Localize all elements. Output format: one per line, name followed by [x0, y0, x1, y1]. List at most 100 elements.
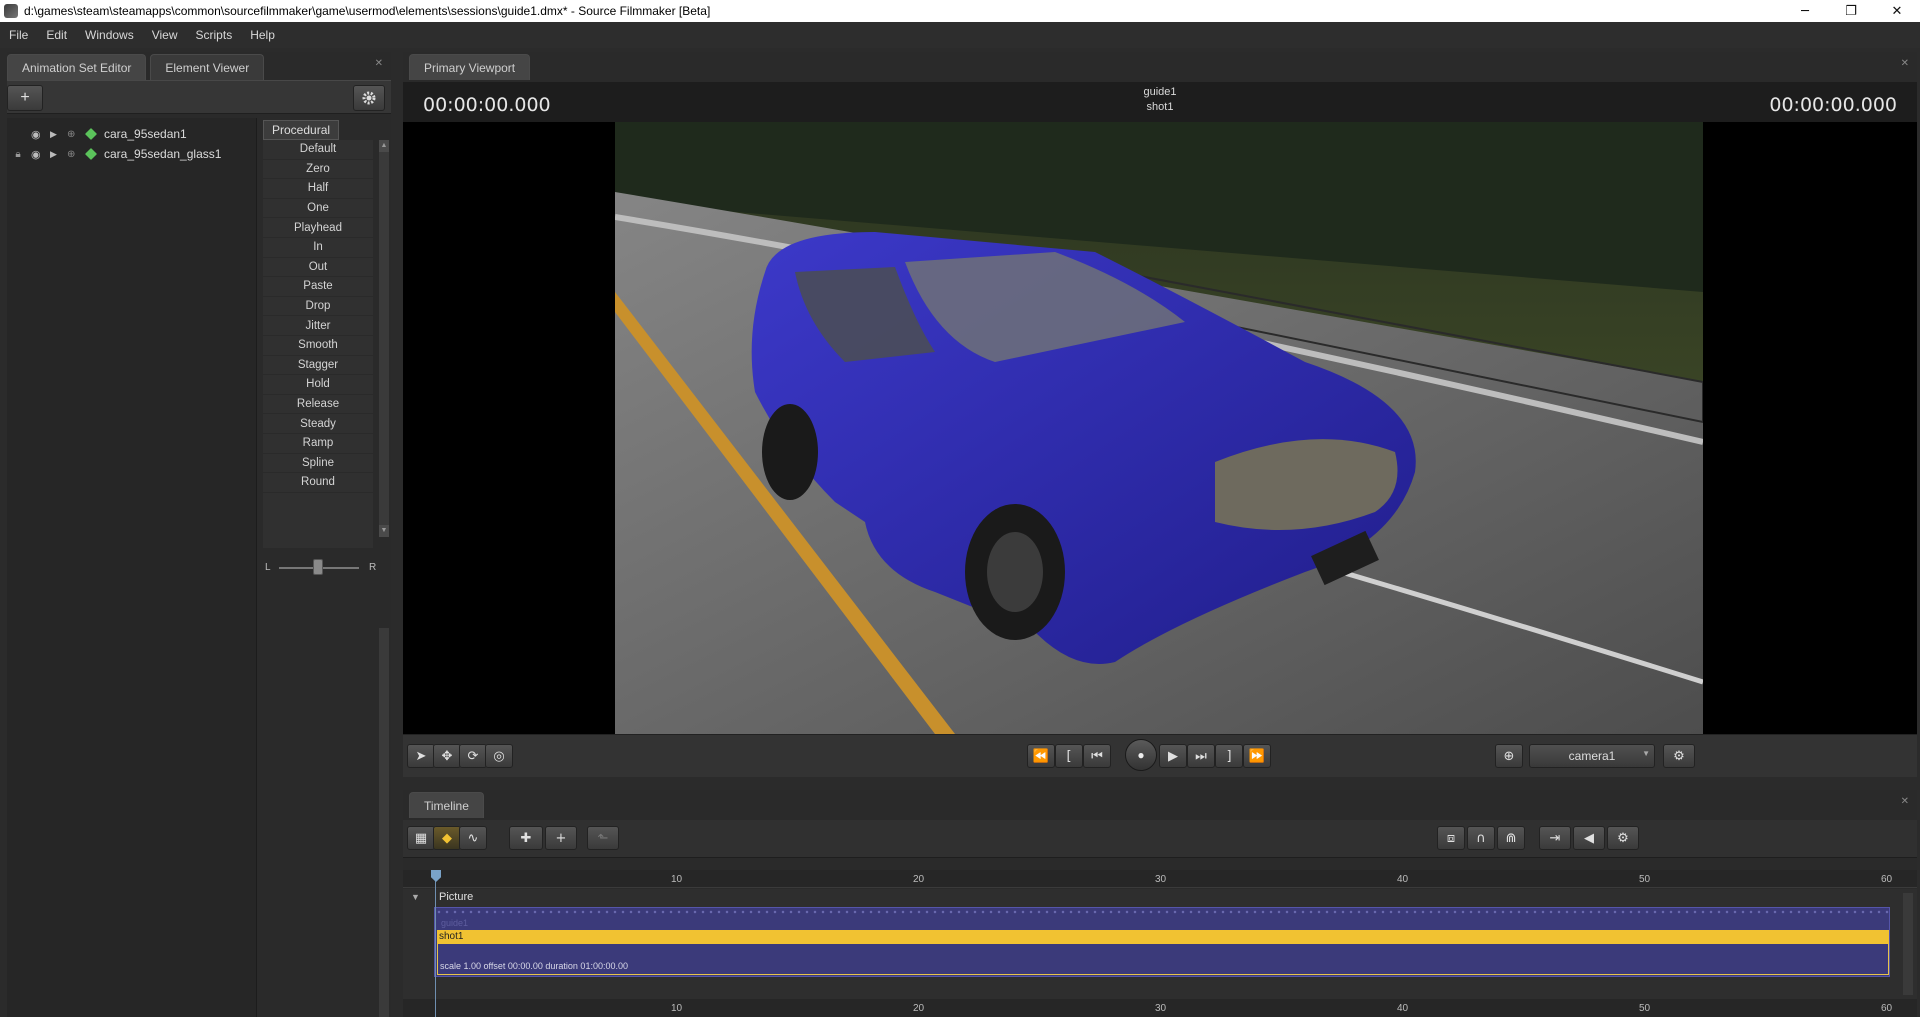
- tab-animation-set-editor[interactable]: Animation Set Editor: [7, 54, 147, 80]
- step-back-button[interactable]: ⏮: [1083, 744, 1111, 768]
- procedural-item[interactable]: Zero: [263, 160, 373, 180]
- move-tool-button[interactable]: ✥: [433, 744, 461, 768]
- timeline-ruler[interactable]: 10 20 30 40 50 60: [403, 870, 1917, 888]
- tab-procedural[interactable]: Procedural: [263, 120, 340, 140]
- menu-view[interactable]: View: [152, 28, 178, 42]
- restore-button[interactable]: ❐: [1828, 0, 1874, 22]
- expand-plus-icon[interactable]: ⊕: [67, 149, 75, 160]
- collapse-arrow-icon[interactable]: ▼: [411, 892, 420, 902]
- play-button[interactable]: ▶: [1159, 744, 1187, 768]
- orbit-icon: ◎: [493, 748, 505, 764]
- camera-target-button[interactable]: ⊕: [1495, 744, 1523, 768]
- anim-set-row[interactable]: ◉ ▶ ⊕ cara_95sedan1: [7, 124, 256, 144]
- rewind-button[interactable]: ⏪: [1027, 744, 1055, 768]
- procedural-item[interactable]: In: [263, 238, 373, 258]
- magnet-icon: ∩: [1476, 830, 1486, 846]
- procedural-scrollbar[interactable]: ▲ ▼: [379, 140, 389, 537]
- scroll-down-icon[interactable]: ▼: [379, 525, 389, 537]
- procedural-item[interactable]: Release: [263, 395, 373, 415]
- ruler-tick: 10: [671, 1003, 683, 1014]
- menu-help[interactable]: Help: [250, 28, 275, 42]
- viewport-render[interactable]: [403, 122, 1917, 734]
- procedural-item[interactable]: Spline: [263, 454, 373, 474]
- tab-primary-viewport[interactable]: Primary Viewport: [409, 54, 531, 80]
- timeline-bottom-ruler[interactable]: 10 20 30 40 50 60: [403, 999, 1917, 1017]
- procedural-item[interactable]: Paste: [263, 277, 373, 297]
- playhead-line[interactable]: [435, 870, 436, 1017]
- menu-scripts[interactable]: Scripts: [196, 28, 233, 42]
- panel-close-icon[interactable]: ✕: [1901, 58, 1909, 69]
- panel-close-icon[interactable]: ✕: [1901, 796, 1909, 807]
- add-track-button[interactable]: +: [545, 826, 577, 850]
- menu-edit[interactable]: Edit: [46, 28, 67, 42]
- tab-element-viewer[interactable]: Element Viewer: [150, 54, 265, 80]
- camera-select[interactable]: camera1 ▼: [1529, 744, 1655, 768]
- magnet-button[interactable]: ∩: [1467, 826, 1495, 850]
- clip-editor-button[interactable]: ▦: [407, 826, 435, 850]
- procedural-item[interactable]: Ramp: [263, 434, 373, 454]
- gear-icon: [362, 91, 376, 105]
- procedural-item[interactable]: Half: [263, 179, 373, 199]
- add-animation-set-button[interactable]: +: [7, 85, 43, 111]
- expand-plus-icon[interactable]: ⊕: [67, 129, 75, 140]
- viewport-settings-button[interactable]: ⚙: [1663, 744, 1695, 768]
- minimize-button[interactable]: ─: [1782, 0, 1828, 22]
- mark-in-button[interactable]: [: [1055, 744, 1083, 768]
- visibility-eye-icon[interactable]: ◉: [31, 128, 41, 141]
- record-button[interactable]: ●: [1125, 739, 1157, 771]
- balance-slider[interactable]: L R: [263, 554, 376, 582]
- audio-button[interactable]: ◀: [1573, 826, 1605, 850]
- menu-windows[interactable]: Windows: [85, 28, 134, 42]
- slider-left-label: L: [265, 562, 271, 573]
- procedural-item[interactable]: One: [263, 199, 373, 219]
- shot-clip-bar[interactable]: shot1: [437, 930, 1889, 944]
- motion-editor-button[interactable]: ◆: [433, 826, 461, 850]
- procedural-item[interactable]: Default: [263, 140, 373, 160]
- shot-clip-body[interactable]: scale 1.00 offset 00:00.00 duration 01:0…: [437, 944, 1889, 975]
- snap-button[interactable]: ⧈: [1437, 826, 1465, 850]
- fast-forward-button[interactable]: ⏩: [1243, 744, 1271, 768]
- procedural-item[interactable]: Smooth: [263, 336, 373, 356]
- expand-arrow-icon[interactable]: ▶: [50, 129, 57, 140]
- procedural-item[interactable]: Playhead: [263, 218, 373, 238]
- step-forward-button[interactable]: ⏭: [1187, 744, 1215, 768]
- parent-button[interactable]: ⬑: [587, 826, 619, 850]
- lock-icon[interactable]: 🔒︎: [13, 149, 23, 160]
- rotate-tool-button[interactable]: ⟳: [459, 744, 487, 768]
- anim-set-settings-button[interactable]: [353, 85, 385, 111]
- procedural-item[interactable]: Round: [263, 473, 373, 493]
- add-marker-button[interactable]: ✚: [509, 826, 543, 850]
- procedural-item[interactable]: Out: [263, 258, 373, 278]
- mark-out-button[interactable]: ]: [1215, 744, 1243, 768]
- gear-icon: ⚙: [1617, 830, 1629, 846]
- visibility-eye-icon[interactable]: ◉: [31, 148, 41, 161]
- select-tool-button[interactable]: ➤: [407, 744, 435, 768]
- slider-knob[interactable]: [313, 559, 323, 575]
- panel-close-icon[interactable]: ✕: [375, 58, 383, 69]
- jump-to-end-button[interactable]: ⇥: [1539, 826, 1571, 850]
- timeline-settings-button[interactable]: ⚙: [1607, 826, 1639, 850]
- film-clip[interactable]: guide1 shot1 scale 1.00 offset 00:00.00 …: [434, 907, 1890, 977]
- anim-set-row[interactable]: 🔒︎ ◉ ▶ ⊕ cara_95sedan_glass1: [7, 144, 256, 164]
- tab-timeline[interactable]: Timeline: [409, 792, 484, 818]
- menu-bar: File Edit Windows View Scripts Help: [0, 22, 1920, 48]
- close-button[interactable]: ✕: [1874, 0, 1920, 22]
- menu-file[interactable]: File: [9, 28, 28, 42]
- lower-scrollbar[interactable]: [379, 628, 389, 1017]
- crosshair-icon: ⊕: [1503, 748, 1515, 764]
- procedural-item[interactable]: Stagger: [263, 356, 373, 376]
- procedural-item[interactable]: Drop: [263, 297, 373, 317]
- animation-set-tree: ◉ ▶ ⊕ cara_95sedan1 🔒︎ ◉ ▶ ⊕ cara_95seda…: [7, 118, 257, 1017]
- procedural-item[interactable]: Steady: [263, 414, 373, 434]
- orbit-tool-button[interactable]: ◎: [485, 744, 513, 768]
- rewind-icon: ⏪: [1032, 748, 1050, 764]
- viewport-controls: ➤ ✥ ⟳ ◎ ⏪ [ ⏮ ● ▶ ⏭ ] ⏩ ⊕ camera1 ▼ ⚙: [403, 734, 1917, 777]
- expand-arrow-icon[interactable]: ▶: [50, 149, 57, 160]
- procedural-item[interactable]: Jitter: [263, 316, 373, 336]
- scroll-up-icon[interactable]: ▲: [379, 140, 389, 152]
- graph-editor-button[interactable]: ∿: [459, 826, 487, 850]
- tracks-scrollbar[interactable]: [1903, 893, 1913, 995]
- viewport-info-bar: 00:00:00.000 guide1 shot1 00:00:00.000: [403, 82, 1917, 122]
- magnet-frame-button[interactable]: ⋒: [1497, 826, 1525, 850]
- procedural-item[interactable]: Hold: [263, 375, 373, 395]
